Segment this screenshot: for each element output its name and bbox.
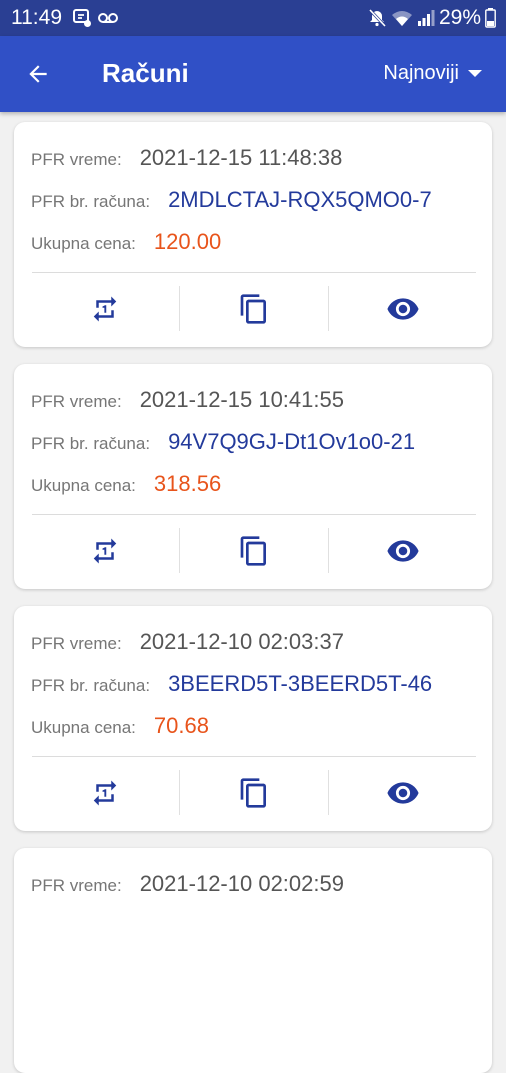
receipt-number-label: PFR br. računa: <box>31 676 151 695</box>
receipt-time-value: 2021-12-10 02:02:59 <box>139 871 344 896</box>
receipt-number-value: 94V7Q9GJ-Dt1Ov1o0-21 <box>168 429 416 454</box>
status-system-icons: 29% <box>367 6 496 30</box>
sort-dropdown-label: Najnoviji <box>383 62 459 84</box>
receipt-time-label: PFR vreme: <box>31 150 122 169</box>
repeat-one-icon <box>93 538 117 564</box>
page-title: Računi <box>102 58 189 88</box>
receipt-time-row: PFR vreme: 2021-12-10 02:02:59 <box>31 871 344 897</box>
receipt-total-value: 70.68 <box>153 713 209 738</box>
message-notification-icon <box>73 9 91 27</box>
receipt-total-row: Ukupna cena: 318.56 <box>31 471 221 497</box>
receipt-number-row: PFR br. računa: 94V7Q9GJ-Dt1Ov1o0-21 <box>31 429 415 455</box>
battery-icon <box>485 8 496 28</box>
receipt-number-label: PFR br. računa: <box>31 192 151 211</box>
receipt-number-row: PFR br. računa: 2MDLCTAJ-RQX5QMO0-7 <box>31 187 432 213</box>
sort-dropdown[interactable]: Najnoviji <box>383 62 482 85</box>
receipt-time-value: 2021-12-15 10:41:55 <box>139 387 344 412</box>
voicemail-notification-icon <box>98 13 118 23</box>
receipt-time-row: PFR vreme: 2021-12-15 11:48:38 <box>31 145 342 171</box>
copy-icon <box>240 294 266 324</box>
receipt-number-value: 3BEERD5T-3BEERD5T-46 <box>168 671 433 696</box>
battery-percent: 29% <box>438 6 481 29</box>
status-bar: 11:49 29% <box>0 0 506 36</box>
receipt-actions <box>14 757 492 829</box>
copy-button[interactable] <box>179 273 329 345</box>
app-bar: Računi Najnoviji <box>0 36 506 112</box>
wifi-icon <box>391 11 412 26</box>
receipt-time-label: PFR vreme: <box>31 876 122 895</box>
repeat-one-icon <box>93 296 117 322</box>
status-notification-icons <box>72 8 119 28</box>
eye-icon <box>387 540 419 562</box>
receipt-time-row: PFR vreme: 2021-12-15 10:41:55 <box>31 387 344 413</box>
repeat-one-icon <box>93 780 117 806</box>
view-button[interactable] <box>328 515 478 587</box>
mute-icon <box>368 8 387 28</box>
receipt-number-value: 2MDLCTAJ-RQX5QMO0-7 <box>168 187 432 212</box>
receipt-number-row: PFR br. računa: 3BEERD5T-3BEERD5T-46 <box>31 671 432 697</box>
repeat-button[interactable] <box>30 273 180 345</box>
receipt-actions <box>14 273 492 345</box>
receipt-total-label: Ukupna cena: <box>31 476 136 495</box>
cell-signal-icon <box>417 10 435 26</box>
receipt-actions <box>14 515 492 587</box>
receipt-time-value: 2021-12-15 11:48:38 <box>139 145 343 170</box>
copy-icon <box>240 778 266 808</box>
copy-button[interactable] <box>179 757 329 829</box>
status-time: 11:49 <box>11 6 62 29</box>
repeat-button[interactable] <box>30 515 180 587</box>
back-button[interactable] <box>20 56 56 92</box>
receipt-time-label: PFR vreme: <box>31 392 122 411</box>
view-button[interactable] <box>328 273 478 345</box>
receipt-time-value: 2021-12-10 02:03:37 <box>139 629 344 654</box>
receipt-number-label: PFR br. računa: <box>31 434 151 453</box>
receipt-total-value: 120.00 <box>153 229 222 254</box>
receipt-card: PFR vreme: 2021-12-10 02:02:59 <box>14 848 492 1073</box>
receipt-total-row: Ukupna cena: 120.00 <box>31 229 221 255</box>
view-button[interactable] <box>328 757 478 829</box>
receipt-card: PFR vreme: 2021-12-15 10:41:55 PFR br. r… <box>14 364 492 589</box>
copy-button[interactable] <box>179 515 329 587</box>
receipt-time-label: PFR vreme: <box>31 634 122 653</box>
receipt-total-label: Ukupna cena: <box>31 718 136 737</box>
arrow-back-icon <box>29 65 47 83</box>
copy-icon <box>240 536 266 566</box>
eye-icon <box>387 782 419 804</box>
receipt-total-value: 318.56 <box>153 471 222 496</box>
repeat-button[interactable] <box>30 757 180 829</box>
receipt-time-row: PFR vreme: 2021-12-10 02:03:37 <box>31 629 344 655</box>
receipt-card: PFR vreme: 2021-12-10 02:03:37 PFR br. r… <box>14 606 492 831</box>
eye-icon <box>387 298 419 320</box>
receipt-total-label: Ukupna cena: <box>31 234 136 253</box>
receipt-total-row: Ukupna cena: 70.68 <box>31 713 209 739</box>
arrow-drop-down-icon <box>468 69 482 77</box>
receipt-card: PFR vreme: 2021-12-15 11:48:38 PFR br. r… <box>14 122 492 347</box>
